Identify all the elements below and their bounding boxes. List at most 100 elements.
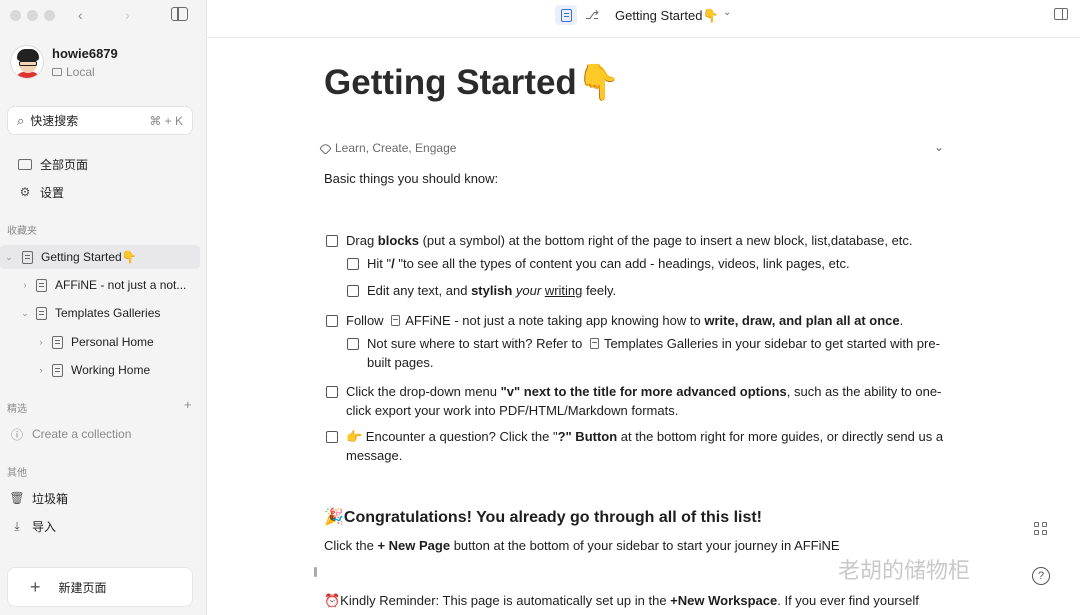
create-collection-button[interactable]: ⓘ Create a collection (0, 422, 200, 446)
sidebar-item-import[interactable]: ⤓ 导入 (0, 514, 200, 538)
tag-icon (319, 141, 332, 155)
todo-checkbox[interactable] (347, 338, 359, 350)
congrats-heading[interactable]: 🎉Congratulations! You already go through… (324, 507, 762, 527)
info-icon: ⓘ (10, 427, 23, 442)
add-collection-icon[interactable]: + (184, 397, 192, 412)
back-icon[interactable]: ‹ (78, 7, 83, 23)
search-icon: ⌕ (17, 112, 25, 128)
chevron-down-icon[interactable]: ⌄ (934, 140, 944, 154)
todo-text[interactable]: Hit "/ "to see all the types of content … (367, 254, 947, 273)
gear-icon: ⚙ (19, 185, 31, 199)
sidebar-item-label: 垃圾箱 (32, 491, 69, 506)
add-block-icon[interactable] (1034, 522, 1048, 536)
page-icon (34, 278, 48, 292)
page-icon (560, 8, 572, 22)
linked-page-icon (589, 338, 599, 349)
todo-checkbox[interactable] (326, 386, 338, 398)
todo-text[interactable]: Edit any text, and stylish your writing … (367, 281, 947, 300)
favorites-label: 收藏夹 (7, 226, 37, 237)
quick-search[interactable]: ⌕ 快速搜索 ⌘ + K (7, 106, 193, 135)
linked-page-icon (391, 315, 401, 326)
sidebar-item-affine[interactable]: › AFFiNE - not just a not... (0, 273, 200, 297)
sidebar-item-working-home[interactable]: › Working Home (0, 358, 200, 382)
new-page-button[interactable]: + 新建页面 (7, 567, 193, 607)
todo-item: Follow AFFiNE - not just a note taking a… (326, 311, 946, 330)
sidebar-item-templates[interactable]: ⌄ Templates Galleries (0, 301, 200, 325)
others-label: 其他 (7, 468, 27, 479)
tags-text: Learn, Create, Engage (335, 141, 457, 155)
todo-checkbox[interactable] (326, 235, 338, 247)
help-icon[interactable]: ? (1032, 567, 1050, 585)
watermark: 老胡的储物柜 (838, 559, 971, 584)
sidebar-item-getting-started[interactable]: ⌄ Getting Started👇 (0, 245, 200, 269)
right-panel-toggle-icon[interactable] (1054, 8, 1068, 20)
sidebar-item-label: Getting Started👇 (41, 250, 137, 264)
todo-text[interactable]: 👉 Encounter a question? Click the "?" Bu… (346, 427, 946, 465)
sidebar-item-label: 设置 (40, 185, 65, 200)
todo-checkbox[interactable] (347, 258, 359, 270)
page-icon (50, 363, 64, 377)
sidebar-item-all-pages[interactable]: 全部页面 (0, 152, 200, 176)
sidebar-item-label: Personal Home (71, 335, 154, 349)
page-title[interactable]: Getting Started👇 (324, 62, 620, 103)
page-icon (20, 250, 34, 264)
header-title[interactable]: Getting Started👇 (615, 8, 719, 24)
todo-text[interactable]: Click the drop-down menu "v" next to the… (346, 382, 946, 420)
page-icon (34, 306, 48, 320)
quick-search-label: 快速搜索 (30, 114, 79, 128)
sidebar-item-label: AFFiNE - not just a not... (55, 278, 187, 292)
sidebar-item-label: Working Home (71, 363, 151, 377)
intro-text[interactable]: Basic things you should know: (324, 169, 498, 188)
collections-label: 精选 (7, 404, 27, 415)
forward-icon[interactable]: › (125, 7, 130, 23)
page-icon (50, 335, 64, 349)
todo-item: Hit "/ "to see all the types of content … (347, 254, 947, 273)
chevron-down-icon[interactable]: ⌄ (20, 308, 30, 319)
plus-icon: + (30, 576, 41, 597)
chevron-right-icon[interactable]: › (36, 337, 46, 347)
chevron-down-icon[interactable]: ⌄ (723, 7, 731, 18)
chevron-right-icon[interactable]: › (36, 365, 46, 375)
edgeless-icon: ⎇ (585, 8, 599, 22)
sidebar-item-label: 导入 (32, 519, 57, 534)
page-header: ⎇ Getting Started👇 ⌄ (207, 0, 1080, 38)
close-window-button[interactable] (10, 10, 21, 21)
todo-item: Click the drop-down menu "v" next to the… (326, 382, 946, 420)
sidebar-item-label: 全部页面 (40, 157, 89, 172)
sidebar-item-label: Templates Galleries (55, 306, 161, 320)
todo-text[interactable]: Drag blocks (put a symbol) at the bottom… (346, 231, 946, 250)
todo-text[interactable]: Follow AFFiNE - not just a note taking a… (346, 311, 946, 330)
sidebar-item-settings[interactable]: ⚙ 设置 (0, 180, 200, 204)
sidebar: ‹ › howie6879 Local ⌕ 快速搜索 ⌘ + K 全部页面 ⚙ … (0, 0, 207, 615)
user-card[interactable]: howie6879 Local (10, 45, 118, 79)
new-page-hint[interactable]: Click the + New Page button at the botto… (324, 536, 840, 555)
drag-handle[interactable] (314, 567, 317, 577)
sidebar-item-personal-home[interactable]: › Personal Home (0, 330, 200, 354)
create-collection-label: Create a collection (32, 427, 132, 441)
page-mode-button[interactable] (555, 5, 577, 25)
chevron-down-icon[interactable]: ⌄ (4, 252, 14, 263)
search-shortcut: ⌘ + K (149, 113, 183, 128)
page-tags[interactable]: Learn, Create, Engage (319, 141, 457, 155)
computer-icon (52, 67, 62, 76)
linked-page-affine[interactable]: AFFiNE - not just a note taking app (405, 313, 607, 328)
todo-checkbox[interactable] (326, 315, 338, 327)
todo-checkbox[interactable] (326, 431, 338, 443)
edgeless-mode-button[interactable]: ⎇ (581, 5, 603, 25)
new-page-label: 新建页面 (58, 580, 107, 595)
reminder-text[interactable]: ⏰Kindly Reminder: This page is automatic… (324, 591, 919, 610)
user-name: howie6879 (52, 45, 118, 61)
folder-icon (18, 157, 32, 171)
zoom-window-button[interactable] (44, 10, 55, 21)
sidebar-item-trash[interactable]: 🗑 垃圾箱 (0, 486, 200, 510)
todo-checkbox[interactable] (347, 285, 359, 297)
linked-page-templates[interactable]: Templates Galleries (604, 336, 718, 351)
chevron-right-icon[interactable]: › (20, 280, 30, 290)
sidebar-toggle-icon[interactable] (171, 7, 188, 21)
todo-item: 👉 Encounter a question? Click the "?" Bu… (326, 427, 946, 465)
avatar (10, 45, 44, 79)
window-controls (10, 10, 55, 21)
workspace-location: Local (66, 64, 95, 79)
todo-text[interactable]: Not sure where to start with? Refer to T… (367, 334, 947, 372)
minimize-window-button[interactable] (27, 10, 38, 21)
